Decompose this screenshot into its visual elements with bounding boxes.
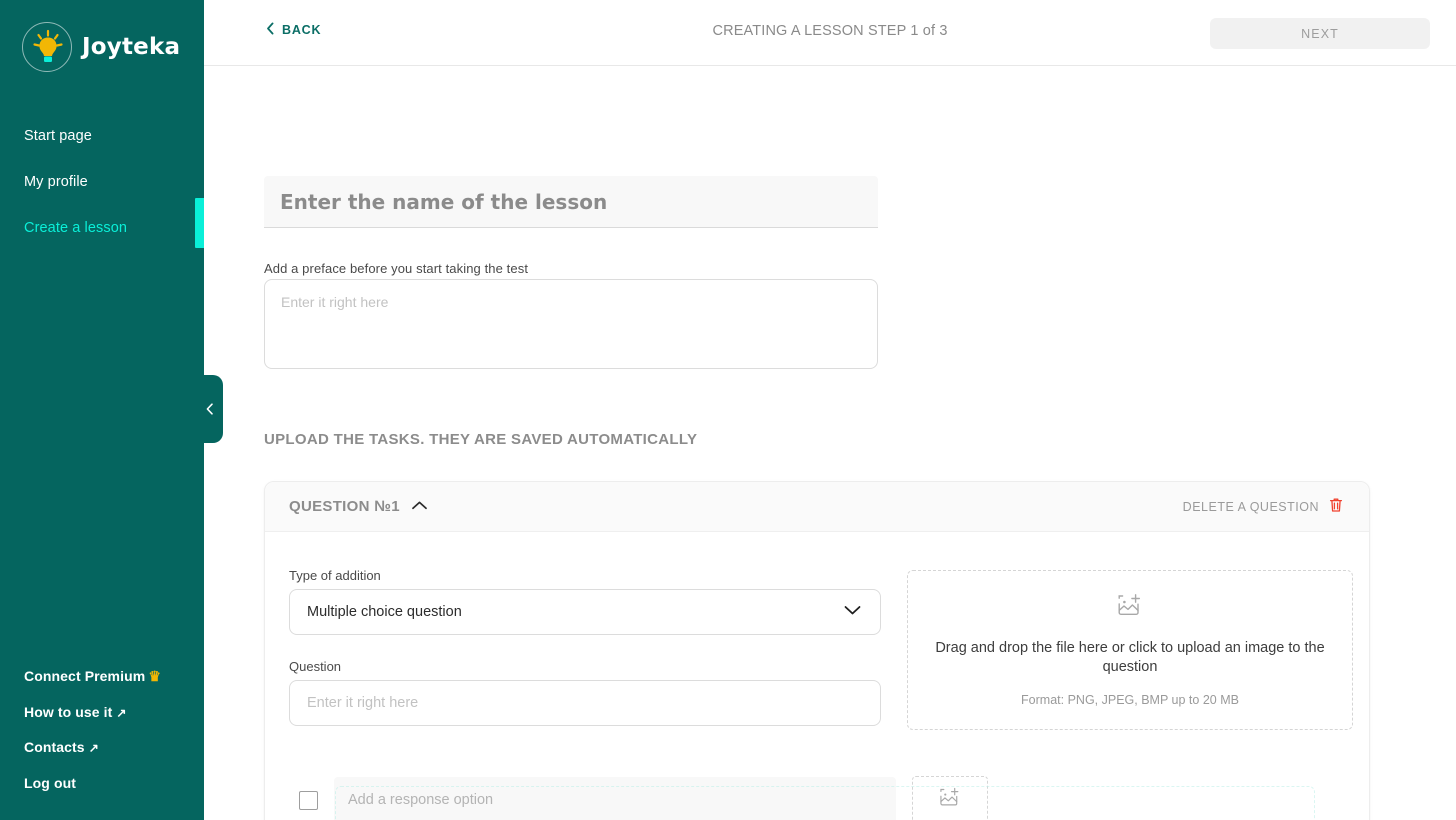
add-answer-option-button[interactable] bbox=[335, 786, 1315, 820]
brand-name: Joyteka bbox=[82, 34, 181, 60]
question-card-body: Type of addition Multiple choice questio… bbox=[265, 532, 1369, 820]
answer-option-checkbox[interactable] bbox=[299, 790, 318, 810]
chevron-left-icon bbox=[266, 22, 275, 38]
question-fields-column: Type of addition Multiple choice questio… bbox=[289, 568, 881, 730]
sidebar: Joyteka Start page My profile Create a l… bbox=[0, 0, 205, 820]
external-link-arrow-icon: ↗ bbox=[88, 741, 99, 756]
sidebar-item-log-out[interactable]: Log out bbox=[0, 767, 204, 800]
question-top-row: Type of addition Multiple choice questio… bbox=[289, 568, 1353, 730]
type-of-addition-select[interactable]: Multiple choice question bbox=[289, 589, 881, 635]
question-label: Question bbox=[289, 659, 342, 674]
delete-question-label: DELETE A QUESTION bbox=[1182, 499, 1319, 514]
preface-textarea[interactable] bbox=[264, 279, 878, 369]
question-image-dropzone[interactable]: Drag and drop the file here or click to … bbox=[907, 570, 1353, 730]
dropzone-subtitle: Format: PNG, JPEG, BMP up to 20 MB bbox=[1021, 692, 1239, 707]
page-title: CREATING A LESSON STEP 1 of 3 bbox=[712, 23, 948, 39]
image-add-icon bbox=[1117, 593, 1143, 623]
question-card: QUESTION №1 DELETE A QUESTION Type of ad… bbox=[264, 481, 1370, 820]
chevron-up-icon bbox=[411, 498, 428, 516]
lightbulb-icon bbox=[22, 22, 72, 72]
preface-label: Add a preface before you start taking th… bbox=[264, 261, 529, 276]
question-title: QUESTION №1 bbox=[289, 498, 400, 515]
next-button[interactable]: NEXT bbox=[1210, 18, 1430, 49]
app-root: Joyteka Start page My profile Create a l… bbox=[0, 0, 1456, 820]
main-content: BACK CREATING A LESSON STEP 1 of 3 NEXT … bbox=[204, 0, 1456, 820]
lesson-name-input[interactable] bbox=[264, 176, 878, 227]
back-button[interactable]: BACK bbox=[266, 22, 321, 38]
dropzone-title: Drag and drop the file here or click to … bbox=[935, 640, 1325, 675]
sidebar-item-label: Connect Premium bbox=[24, 667, 146, 684]
trash-icon bbox=[1329, 497, 1343, 516]
question-text-group: Question bbox=[289, 659, 881, 726]
sidebar-collapse-button[interactable] bbox=[195, 375, 223, 443]
chevron-left-icon bbox=[204, 402, 215, 416]
sidebar-item-label: Contacts bbox=[24, 739, 85, 756]
upload-tasks-heading: UPLOAD THE TASKS. THEY ARE SAVED AUTOMAT… bbox=[264, 431, 698, 448]
question-card-header: QUESTION №1 DELETE A QUESTION bbox=[265, 482, 1369, 532]
sidebar-nav-primary: Start page My profile Create a lesson bbox=[0, 118, 204, 247]
question-image-column: Drag and drop the file here or click to … bbox=[907, 568, 1353, 730]
question-input[interactable] bbox=[289, 680, 881, 726]
brand-logo[interactable]: Joyteka bbox=[0, 0, 204, 72]
back-button-label: BACK bbox=[282, 23, 322, 37]
delete-question-button[interactable]: DELETE A QUESTION bbox=[1183, 497, 1343, 516]
crown-icon: ♛ bbox=[148, 667, 161, 684]
question-collapse-toggle[interactable]: QUESTION №1 bbox=[289, 498, 428, 516]
chevron-down-icon bbox=[843, 604, 862, 620]
type-of-addition-label: Type of addition bbox=[289, 568, 381, 583]
type-of-addition-value: Multiple choice question bbox=[307, 604, 462, 620]
sidebar-item-start-page[interactable]: Start page bbox=[0, 118, 204, 155]
sidebar-item-label: How to use it bbox=[24, 703, 113, 720]
external-link-arrow-icon: ↗ bbox=[116, 705, 127, 720]
sidebar-item-how-to-use-it[interactable]: How to use it ↗ bbox=[0, 696, 204, 729]
lesson-name-field[interactable] bbox=[264, 176, 878, 228]
sidebar-item-create-a-lesson[interactable]: Create a lesson bbox=[0, 210, 204, 247]
topbar: BACK CREATING A LESSON STEP 1 of 3 NEXT bbox=[204, 0, 1456, 66]
sidebar-item-connect-premium[interactable]: Connect Premium ♛ bbox=[0, 660, 204, 693]
sidebar-item-my-profile[interactable]: My profile bbox=[0, 164, 204, 201]
sidebar-nav-secondary: Connect Premium ♛ How to use it ↗ Contacts… bbox=[0, 660, 204, 800]
sidebar-item-contacts[interactable]: Contacts ↗ bbox=[0, 731, 204, 764]
